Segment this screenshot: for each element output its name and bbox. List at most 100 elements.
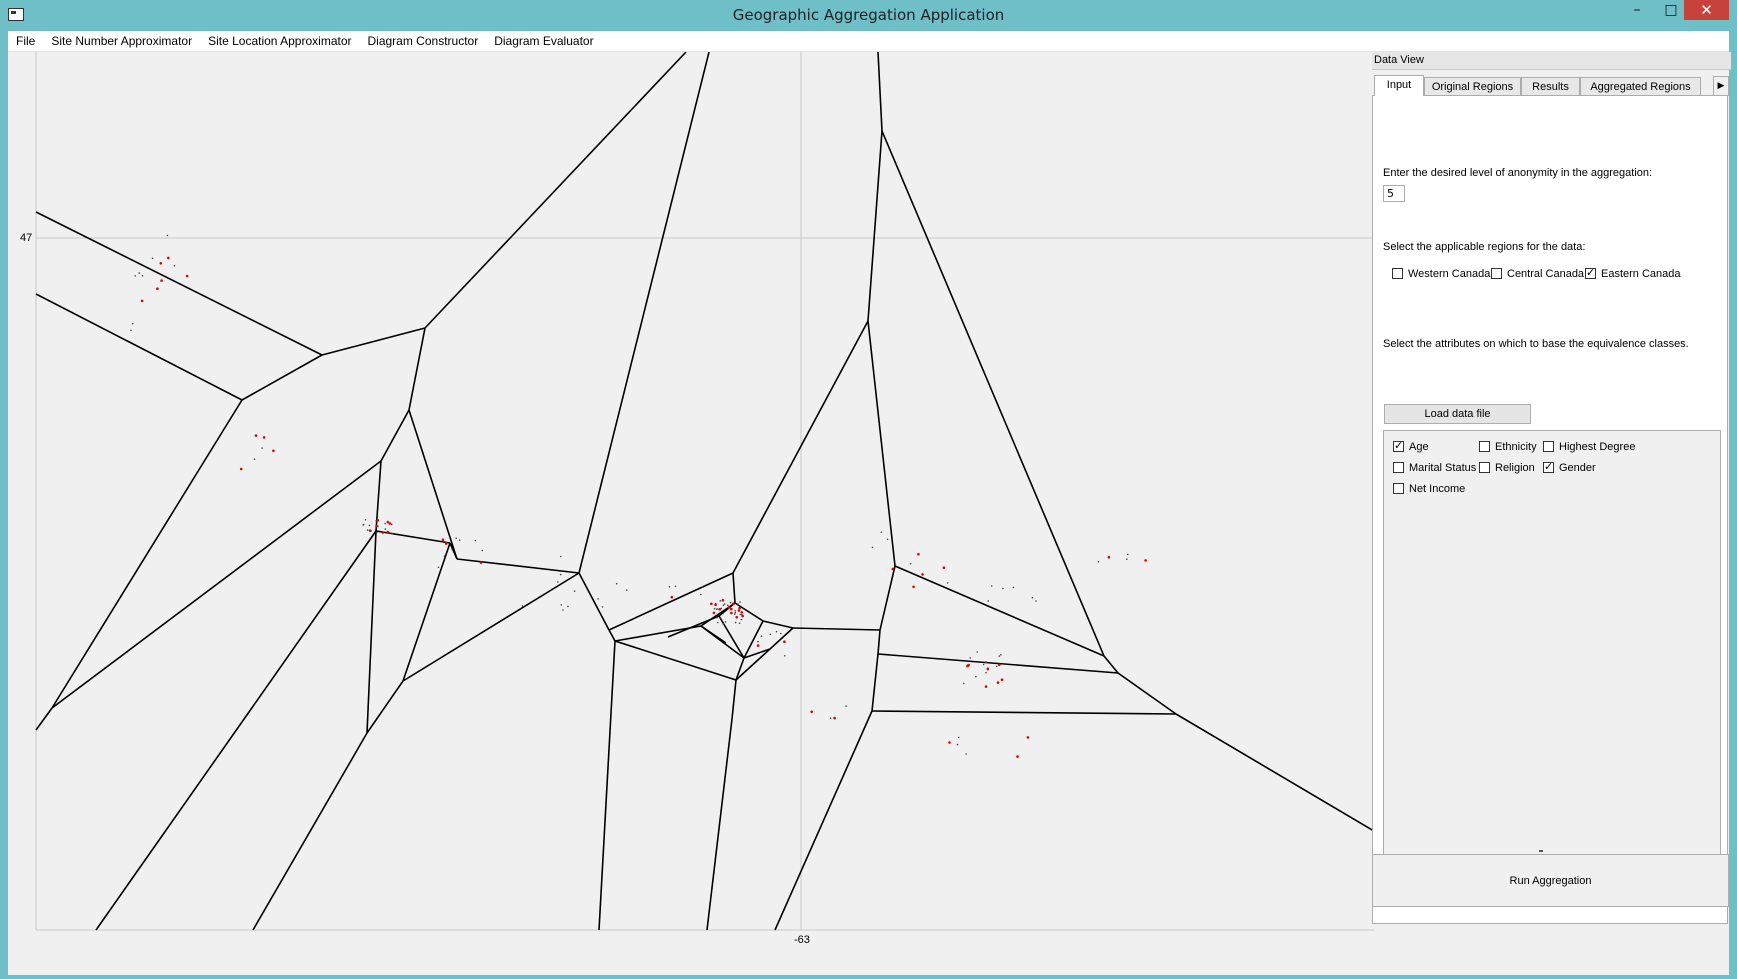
site-point xyxy=(963,682,965,685)
site-point xyxy=(160,279,163,282)
site-point xyxy=(733,613,736,615)
central-canada-checkbox[interactable] xyxy=(1491,268,1502,279)
tab-scroll-right-icon[interactable]: ▶ xyxy=(1713,76,1729,96)
site-point xyxy=(386,520,390,524)
y-axis-label: 47 xyxy=(20,232,33,244)
attributes-prompt: Select the attributes on which to base t… xyxy=(1383,338,1689,350)
site-point xyxy=(739,613,741,616)
site-point xyxy=(1002,587,1004,590)
religion-checkbox[interactable] xyxy=(1479,462,1490,473)
site-point xyxy=(670,595,674,599)
site-point xyxy=(1026,736,1030,739)
menu-site-number-approximator[interactable]: Site Number Approximator xyxy=(43,31,200,51)
tab-results[interactable]: Results xyxy=(1521,77,1580,95)
site-point xyxy=(1012,586,1015,589)
site-point xyxy=(946,582,949,584)
highest-degree-label: Highest Degree xyxy=(1559,441,1636,453)
site-point xyxy=(1035,600,1037,602)
site-point xyxy=(957,736,960,739)
tab-input[interactable]: Input xyxy=(1374,75,1424,96)
splitter-handle[interactable] xyxy=(1539,850,1543,852)
gender-checkbox[interactable] xyxy=(1543,460,1554,473)
site-point xyxy=(1097,561,1100,563)
site-point xyxy=(386,530,390,534)
site-point xyxy=(912,585,915,589)
site-point xyxy=(975,675,977,678)
site-point xyxy=(384,528,387,530)
site-point xyxy=(829,717,832,719)
site-point xyxy=(573,590,576,592)
site-point xyxy=(760,635,763,637)
age-checkbox[interactable] xyxy=(1393,439,1404,452)
site-point xyxy=(138,272,141,274)
central-canada-label: Central Canada xyxy=(1507,268,1585,280)
site-point xyxy=(443,555,446,557)
site-point xyxy=(700,593,702,596)
site-point xyxy=(262,436,266,439)
menu-site-location-approximator[interactable]: Site Location Approximator xyxy=(200,31,359,51)
site-point xyxy=(739,601,741,603)
religion-label: Religion xyxy=(1495,462,1535,474)
site-point xyxy=(737,603,739,605)
site-point xyxy=(712,611,716,615)
site-point xyxy=(567,605,569,608)
site-point xyxy=(710,602,713,606)
site-point xyxy=(364,519,367,521)
site-point xyxy=(444,542,448,545)
site-point xyxy=(756,644,760,647)
maximize-button[interactable]: □ xyxy=(1654,0,1688,20)
load-data-file-button[interactable]: Load data file xyxy=(1384,404,1531,424)
site-point xyxy=(560,555,562,558)
title-bar[interactable]: Geographic Aggregation Application – □ ✕ xyxy=(0,0,1737,31)
site-point xyxy=(597,598,599,600)
site-point xyxy=(437,566,440,569)
site-point xyxy=(1031,596,1034,599)
highest-degree-checkbox[interactable] xyxy=(1543,441,1554,452)
site-point xyxy=(990,585,993,587)
menu-diagram-evaluator[interactable]: Diagram Evaluator xyxy=(486,31,601,51)
site-point xyxy=(159,262,163,265)
site-point xyxy=(167,256,170,260)
minimize-button[interactable]: – xyxy=(1620,0,1654,20)
site-points xyxy=(130,234,1147,758)
western-canada-checkbox[interactable] xyxy=(1392,268,1403,279)
menu-file[interactable]: File xyxy=(8,31,43,51)
site-point xyxy=(917,552,920,556)
site-point xyxy=(481,549,484,552)
site-point xyxy=(909,562,912,565)
site-point xyxy=(921,573,924,576)
input-tab-pane: Enter the desired level of anonymity in … xyxy=(1372,95,1728,924)
menu-diagram-constructor[interactable]: Diagram Constructor xyxy=(360,31,487,51)
site-point xyxy=(141,275,144,277)
site-point xyxy=(982,663,985,666)
net-income-checkbox[interactable] xyxy=(1393,483,1404,494)
tab-aggregated-regions[interactable]: Aggregated Regions xyxy=(1580,77,1701,95)
ethnicity-checkbox[interactable] xyxy=(1479,441,1490,452)
close-button[interactable]: ✕ xyxy=(1684,0,1729,20)
marital-status-checkbox[interactable] xyxy=(1393,462,1404,473)
site-point xyxy=(376,519,379,522)
site-point xyxy=(987,668,989,671)
tab-original-regions[interactable]: Original Regions xyxy=(1424,77,1521,95)
site-point xyxy=(769,633,772,636)
net-income-label: Net Income xyxy=(1409,483,1466,495)
site-point xyxy=(734,610,736,612)
site-point xyxy=(156,287,159,290)
eastern-canada-label: Eastern Canada xyxy=(1601,268,1681,280)
voronoi-diagram xyxy=(35,52,1374,931)
eastern-canada-checkbox[interactable] xyxy=(1585,266,1596,279)
site-point xyxy=(996,681,1000,684)
age-label: Age xyxy=(1409,441,1429,453)
site-point xyxy=(1107,555,1111,559)
run-aggregation-button[interactable]: Run Aggregation xyxy=(1372,854,1729,907)
site-point xyxy=(845,705,847,707)
site-point xyxy=(942,566,946,569)
western-canada-label: Western Canada xyxy=(1408,268,1491,280)
site-point xyxy=(734,621,737,624)
voronoi-diagram-canvas[interactable]: 47 -63 xyxy=(8,52,1374,975)
anonymity-level-input[interactable]: 5 xyxy=(1383,185,1405,202)
site-point xyxy=(151,257,154,260)
site-point xyxy=(455,537,458,539)
site-point xyxy=(734,611,737,614)
site-point xyxy=(985,671,987,674)
